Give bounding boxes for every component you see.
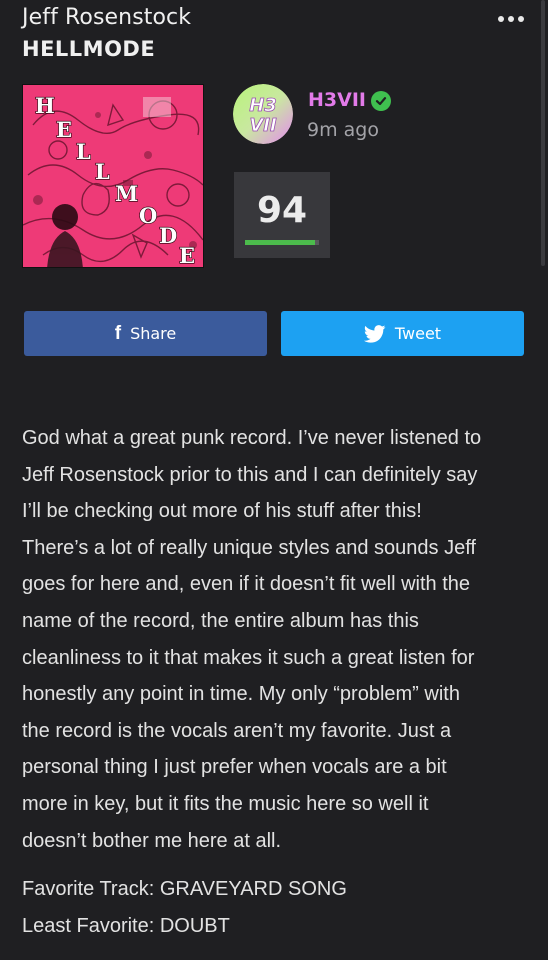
tweet-label: Tweet <box>394 324 442 343</box>
post-timestamp: 9m ago <box>307 119 379 141</box>
cover-letter: L <box>95 159 110 184</box>
cover-letter: E <box>179 243 195 268</box>
review-line: God what a great punk record. I’ve never… <box>22 427 482 449</box>
cover-letter: M <box>115 181 138 206</box>
facebook-icon: f <box>114 322 122 344</box>
review-line: more in key, but it fits the music here … <box>22 792 429 815</box>
review-line: honestly any point in time. My only “pro… <box>22 683 460 706</box>
dot <box>518 16 524 22</box>
verified-check-icon <box>371 91 391 111</box>
review-line: I’ll be checking out more of his stuff a… <box>22 500 422 523</box>
twitter-bird-icon <box>363 324 386 343</box>
username[interactable]: H3VII <box>308 89 366 111</box>
rating-score: 94 <box>256 190 308 231</box>
scrollbar[interactable] <box>541 0 545 266</box>
svg-text:H3: H3 <box>249 95 277 116</box>
rating-bar-fill <box>245 240 315 245</box>
track-picks: Favorite Track: GRAVEYARD SONG Least Fav… <box>22 871 532 945</box>
review-page: Jeff Rosenstock HELLMODE H E L L M O D E… <box>0 0 548 960</box>
avatar-image: H3 VII <box>233 84 293 144</box>
artist-name[interactable]: Jeff Rosenstock <box>22 5 191 30</box>
review-line: There’s a lot of really unique styles an… <box>22 536 476 559</box>
review-line: doesn’t bother me here at all. <box>22 829 282 852</box>
tweet-button[interactable]: Tweet <box>281 311 524 356</box>
review-line: cleanliness to it that makes it such a g… <box>22 646 475 669</box>
review-line: Jeff Rosenstock prior to this and I can … <box>22 463 478 486</box>
review-line: personal thing I just prefer when vocals… <box>22 756 447 779</box>
rating-bar <box>245 240 319 245</box>
more-options-icon[interactable] <box>494 10 528 28</box>
review-line: goes for here and, even if it doesn’t fi… <box>22 573 471 596</box>
cover-art-image: H E L L M O D E <box>23 85 203 268</box>
share-label: Share <box>130 324 177 343</box>
dot <box>498 16 504 22</box>
share-facebook-button[interactable]: f Share <box>24 311 267 356</box>
svg-text:VII: VII <box>249 115 277 136</box>
cover-letter: L <box>76 139 91 164</box>
cover-letter: H <box>35 93 55 118</box>
review-body: God what a great punk record. I’ve never… <box>22 420 532 859</box>
rating-score-box: 94 <box>234 172 330 258</box>
cover-letter: O <box>139 203 157 228</box>
review-line: the record is the vocals aren’t my favor… <box>22 719 452 742</box>
review-line: name of the record, the entire album has… <box>22 609 419 632</box>
album-title[interactable]: HELLMODE <box>22 37 155 61</box>
album-cover-art[interactable]: H E L L M O D E <box>22 84 204 268</box>
least-favorite-track: Least Favorite: DOUBT <box>22 915 230 937</box>
favorite-track: Favorite Track: GRAVEYARD SONG <box>22 878 347 900</box>
cover-letter: E <box>56 117 72 142</box>
cover-letter: D <box>159 223 177 248</box>
dot <box>508 16 514 22</box>
user-avatar[interactable]: H3 VII <box>233 84 293 144</box>
